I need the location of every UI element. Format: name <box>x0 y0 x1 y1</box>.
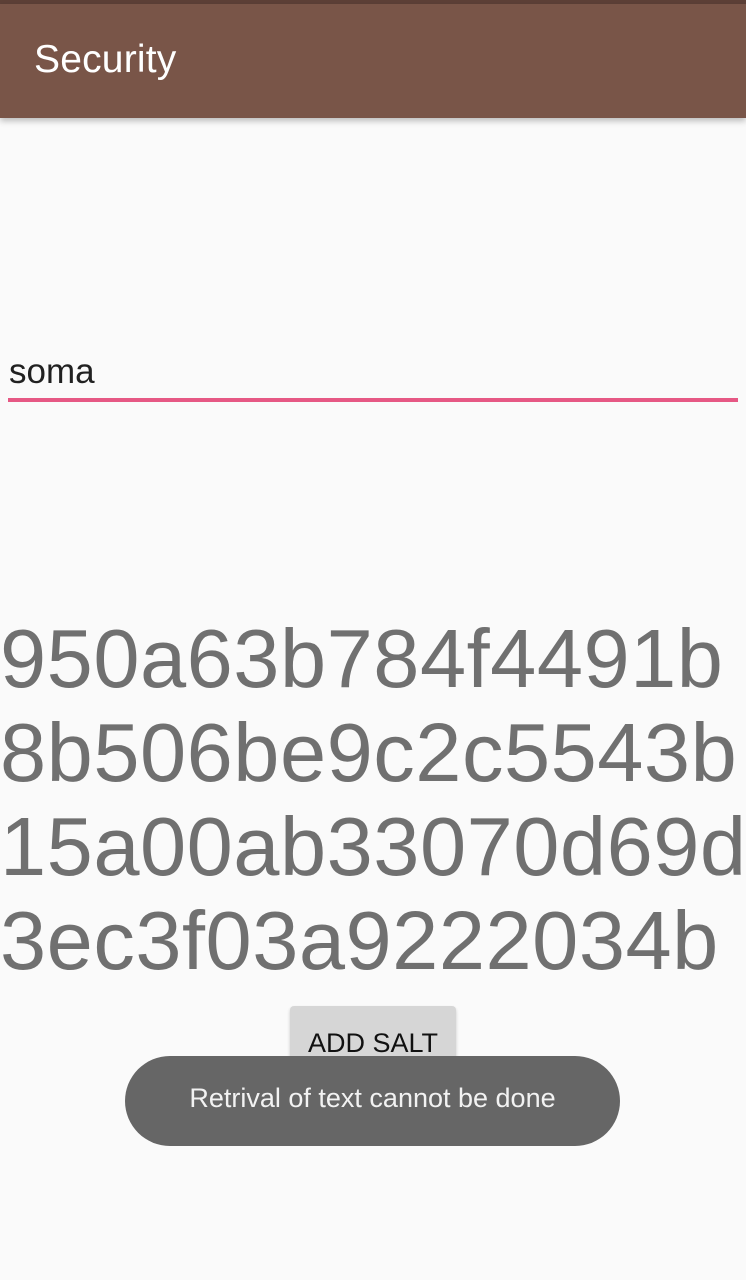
text-input-underline <box>8 398 738 402</box>
text-input-field[interactable]: soma <box>8 346 738 404</box>
hash-line-2: 8b506be9c2c5543b <box>0 706 738 799</box>
add-salt-label: ADD SALT <box>307 1028 439 1058</box>
hash-output: 950a63b784f4491b 8b506be9c2c5543b 15a00ab3… <box>0 612 746 988</box>
app-title: Security <box>34 38 177 81</box>
toast-text: Retrival of text cannot be done <box>189 1083 556 1113</box>
hash-line-3: 15a00ab33070d69d <box>0 800 746 893</box>
hash-line-4: 3ec3f03a9222034b <box>0 894 719 987</box>
hash-line-1: 950a63b784f4491b <box>0 612 724 705</box>
toast-message: Retrival of text cannot be done <box>125 1056 620 1146</box>
text-input-value[interactable]: soma <box>9 352 95 392</box>
app-bar: Security <box>0 4 746 118</box>
